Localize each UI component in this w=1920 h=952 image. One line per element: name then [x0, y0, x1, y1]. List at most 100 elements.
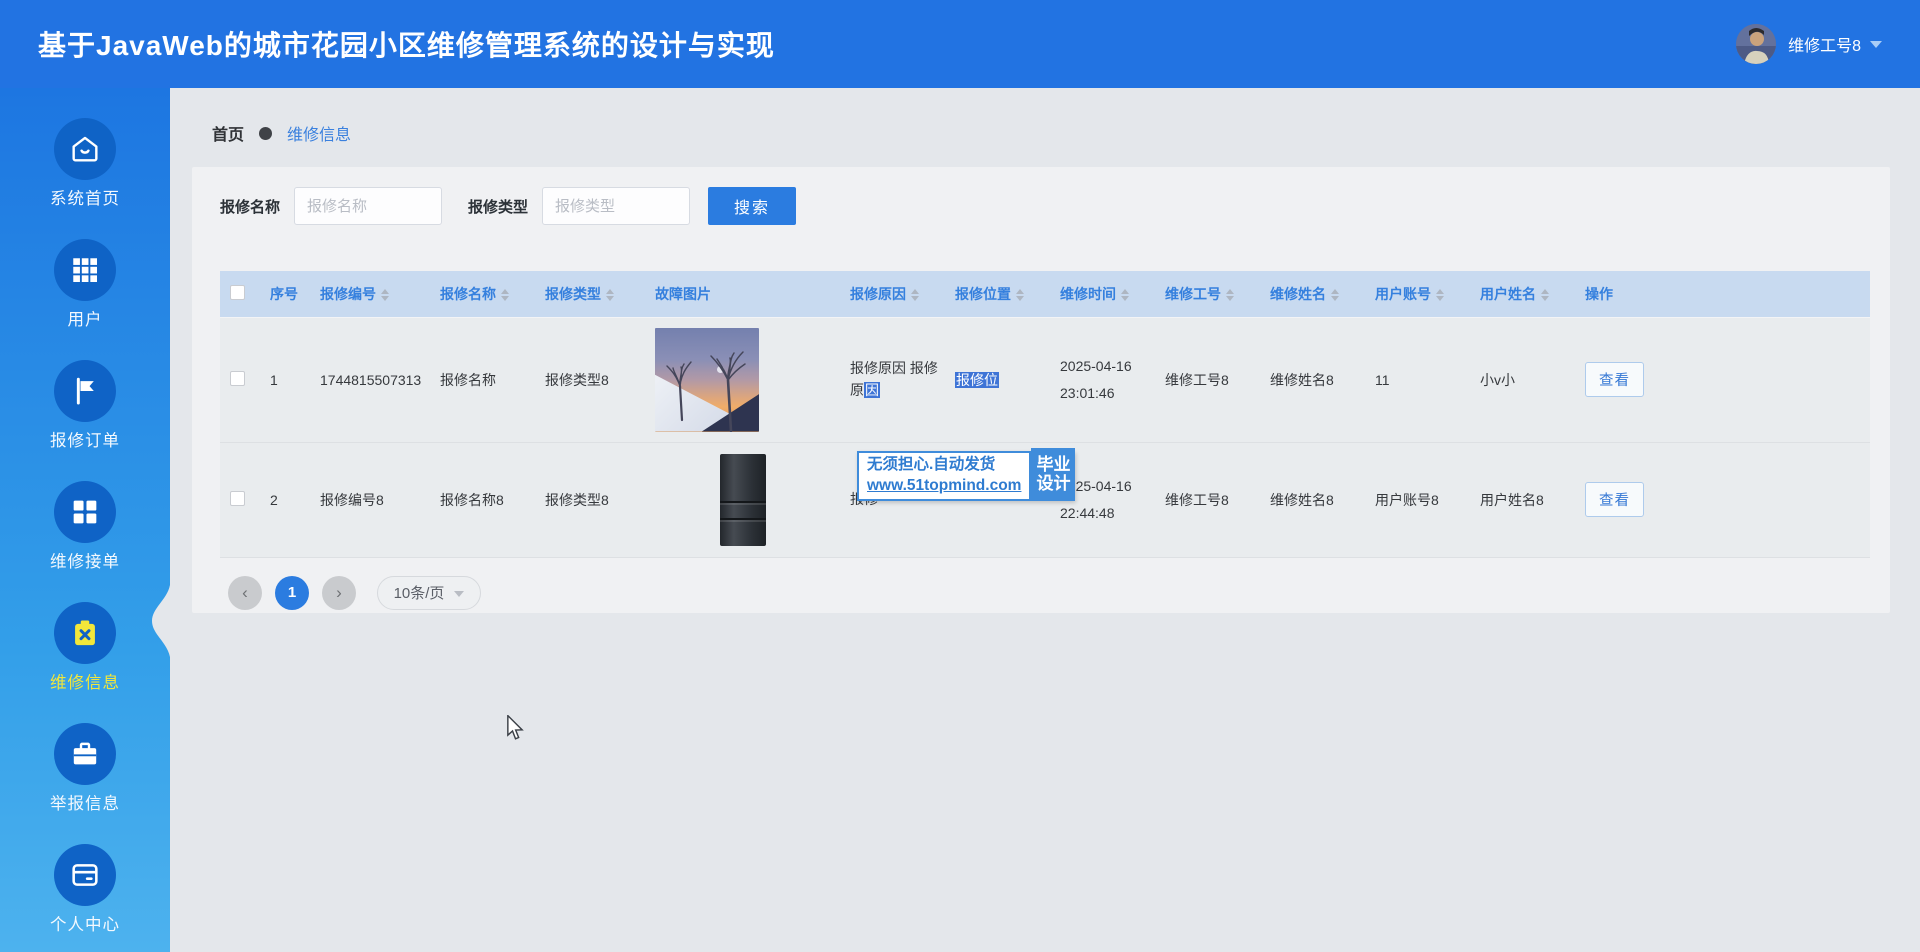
fault-image-refrigerator[interactable]: [720, 454, 766, 546]
col-worker-name[interactable]: 维修姓名: [1260, 271, 1365, 317]
breadcrumb-home[interactable]: 首页: [212, 121, 244, 145]
pagination: ‹ 1 › 10条/页: [228, 576, 1890, 610]
sidebar-item-repair-info[interactable]: 维修信息: [0, 602, 170, 693]
sidebar-item-repair-accept[interactable]: 维修接单: [0, 481, 170, 572]
sidebar-item-label: 维修接单: [50, 552, 120, 572]
watermark-link[interactable]: www.51topmind.com: [867, 476, 1021, 497]
cell-repair-no: 1744815507313: [310, 317, 430, 442]
select-all-checkbox[interactable]: [230, 285, 245, 300]
sidebar-item-personal-center[interactable]: 个人中心: [0, 844, 170, 935]
cell-worker-name: 维修姓名8: [1260, 442, 1365, 557]
cell-repair-name: 报修名称: [430, 317, 535, 442]
sort-icon[interactable]: [1436, 289, 1444, 301]
sidebar-item-label: 系统首页: [50, 189, 120, 209]
col-index: 序号: [260, 271, 310, 317]
user-name: 维修工号8: [1788, 32, 1861, 56]
cell-worker-no: 维修工号8: [1155, 317, 1260, 442]
user-menu[interactable]: 维修工号8: [1736, 24, 1882, 64]
repair-info-table: 序号 报修编号 报修名称 报修类型 故障图片 报修原因 报修位置 维修时间 维修…: [220, 271, 1870, 558]
sort-icon[interactable]: [1121, 289, 1129, 301]
cell-position: 报修位: [945, 317, 1050, 442]
page-1-button[interactable]: 1: [275, 576, 309, 610]
watermark-badge: 毕业 设计: [1031, 448, 1075, 501]
chevron-down-icon: [454, 591, 464, 597]
prev-page-button[interactable]: ‹: [228, 576, 262, 610]
view-button[interactable]: 查看: [1585, 362, 1644, 397]
col-repair-type[interactable]: 报修类型: [535, 271, 645, 317]
cell-user-account: 用户账号8: [1365, 442, 1470, 557]
sort-icon[interactable]: [911, 289, 919, 301]
page: 基于JavaWeb的城市花园小区维修管理系统的设计与实现 维修工号8: [0, 0, 1920, 952]
sidebar-item-repair-orders[interactable]: 报修订单: [0, 360, 170, 451]
cell-user-name: 小v小: [1470, 317, 1575, 442]
briefcase-icon: [54, 723, 116, 785]
sidebar-item-label: 举报信息: [50, 794, 120, 814]
col-user-account[interactable]: 用户账号: [1365, 271, 1470, 317]
sort-icon[interactable]: [1226, 289, 1234, 301]
sidebar: 系统首页 用户 报修订单: [0, 88, 170, 952]
search-type-label: 报修类型: [468, 196, 528, 217]
fault-image-winter-trees[interactable]: [655, 328, 759, 432]
col-reason[interactable]: 报修原因: [840, 271, 945, 317]
app-title: 基于JavaWeb的城市花园小区维修管理系统的设计与实现: [38, 24, 775, 64]
sidebar-item-label: 报修订单: [50, 431, 120, 451]
col-actions: 操作: [1575, 271, 1870, 317]
col-repair-name[interactable]: 报修名称: [430, 271, 535, 317]
cell-user-name: 用户姓名8: [1470, 442, 1575, 557]
chevron-down-icon: [1870, 41, 1882, 48]
page-size-select[interactable]: 10条/页: [377, 576, 481, 610]
app-header: 基于JavaWeb的城市花园小区维修管理系统的设计与实现 维修工号8: [0, 0, 1920, 88]
cell-worker-no: 维修工号8: [1155, 442, 1260, 557]
selected-text: 因: [864, 382, 880, 398]
sort-icon[interactable]: [1331, 289, 1339, 301]
sort-icon[interactable]: [501, 289, 509, 301]
home-icon: [54, 118, 116, 180]
content-panel: 报修名称 报修类型 搜索 序号: [192, 167, 1890, 613]
mouse-cursor: [504, 715, 526, 741]
sort-icon[interactable]: [606, 289, 614, 301]
main-content: 首页 维修信息 报修名称 报修类型 搜索: [170, 88, 1920, 952]
cell-repair-time: 2025-04-16 23:01:46: [1050, 317, 1155, 442]
row-checkbox[interactable]: [230, 371, 245, 386]
col-repair-time[interactable]: 维修时间: [1050, 271, 1155, 317]
breadcrumb-dot-icon: [259, 127, 272, 140]
search-form: 报修名称 报修类型 搜索: [192, 167, 1890, 225]
col-fault-image: 故障图片: [645, 271, 840, 317]
cell-repair-type: 报修类型8: [535, 442, 645, 557]
breadcrumb-current[interactable]: 维修信息: [287, 121, 351, 145]
col-repair-no[interactable]: 报修编号: [310, 271, 430, 317]
sidebar-item-users[interactable]: 用户: [0, 239, 170, 330]
sidebar-item-label: 用户: [68, 310, 103, 330]
sort-icon[interactable]: [381, 289, 389, 301]
table-row: 1 1744815507313 报修名称 报修类型8: [220, 317, 1870, 442]
cell-index: 1: [260, 317, 310, 442]
search-type-input[interactable]: [542, 187, 690, 225]
sidebar-item-report-info[interactable]: 举报信息: [0, 723, 170, 814]
search-button[interactable]: 搜索: [708, 187, 796, 225]
sort-icon[interactable]: [1016, 289, 1024, 301]
sort-icon[interactable]: [1541, 289, 1549, 301]
col-user-name[interactable]: 用户姓名: [1470, 271, 1575, 317]
card-icon: [54, 844, 116, 906]
cell-user-account: 11: [1365, 317, 1470, 442]
row-checkbox[interactable]: [230, 491, 245, 506]
user-avatar[interactable]: [1736, 24, 1776, 64]
view-button[interactable]: 查看: [1585, 482, 1644, 517]
col-worker-no[interactable]: 维修工号: [1155, 271, 1260, 317]
search-name-label: 报修名称: [220, 196, 280, 217]
flag-icon: [54, 360, 116, 422]
sidebar-item-system-home[interactable]: 系统首页: [0, 118, 170, 209]
grid-icon: [54, 239, 116, 301]
col-position[interactable]: 报修位置: [945, 271, 1050, 317]
cell-reason: 报修原因 报修原因: [840, 317, 945, 442]
squares-icon: [54, 481, 116, 543]
cell-repair-no: 报修编号8: [310, 442, 430, 557]
search-name-input[interactable]: [294, 187, 442, 225]
cell-repair-type: 报修类型8: [535, 317, 645, 442]
clipboard-x-icon: [54, 602, 116, 664]
cell-repair-name: 报修名称8: [430, 442, 535, 557]
watermark-ad: 无须担心.自动发货 www.51topmind.com 毕业 设计: [857, 451, 1075, 501]
sidebar-item-label: 个人中心: [50, 915, 120, 935]
selected-text: 报修位: [955, 372, 999, 388]
next-page-button[interactable]: ›: [322, 576, 356, 610]
